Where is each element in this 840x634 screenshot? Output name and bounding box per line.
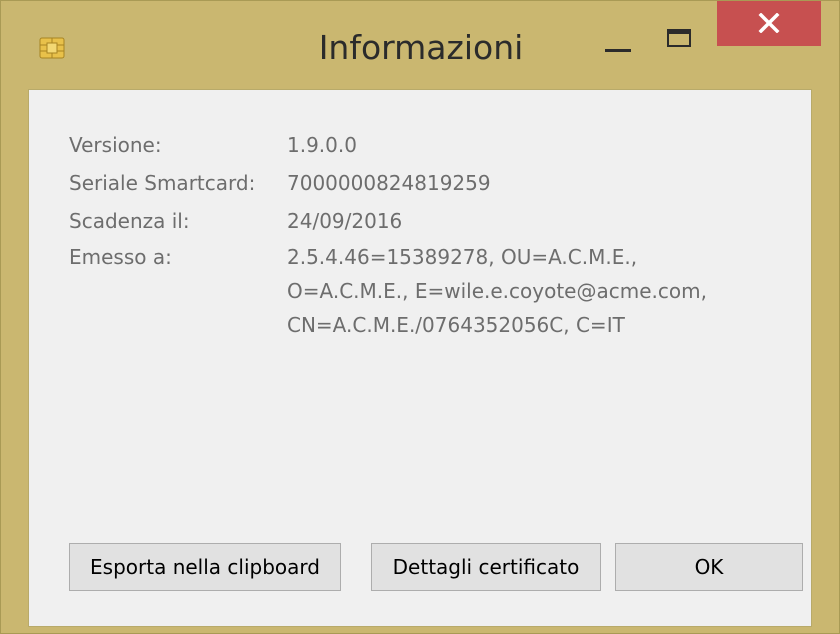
issued-to-line: O=A.C.M.E., E=wile.e.coyote@acme.com, (287, 279, 707, 303)
window-title: Informazioni (318, 28, 524, 67)
version-value: 1.9.0.0 (287, 133, 357, 157)
close-button[interactable] (717, 1, 821, 46)
dialog-content: Versione: 1.9.0.0 Seriale Smartcard: 700… (28, 89, 812, 627)
ok-button[interactable]: OK (615, 543, 803, 591)
minimize-button[interactable] (593, 13, 643, 63)
expiry-label: Scadenza il: (69, 209, 190, 233)
certificate-details-button[interactable]: Dettagli certificato (371, 543, 601, 591)
issued-to-line: 2.5.4.46=15389278, OU=A.C.M.E., (287, 245, 638, 269)
expiry-value: 24/09/2016 (287, 209, 403, 233)
minimize-icon (605, 49, 631, 52)
serial-label: Seriale Smartcard: (69, 171, 256, 195)
close-icon (758, 13, 780, 33)
issued-to-label: Emesso a: (69, 245, 172, 269)
dialog-window: Informazioni Versione: 1.9.0.0 Seriale S… (0, 0, 840, 634)
serial-value: 7000000824819259 (287, 171, 491, 195)
title-bar[interactable]: Informazioni (1, 1, 839, 91)
issued-to-line: CN=A.C.M.E./0764352056C, C=IT (287, 313, 625, 337)
maximize-button[interactable] (651, 11, 707, 61)
smartcard-chip-icon (39, 37, 65, 59)
maximize-icon (667, 29, 691, 47)
export-clipboard-button[interactable]: Esporta nella clipboard (69, 543, 341, 591)
version-label: Versione: (69, 133, 162, 157)
issued-to-value: 2.5.4.46=15389278, OU=A.C.M.E., O=A.C.M.… (287, 240, 707, 342)
